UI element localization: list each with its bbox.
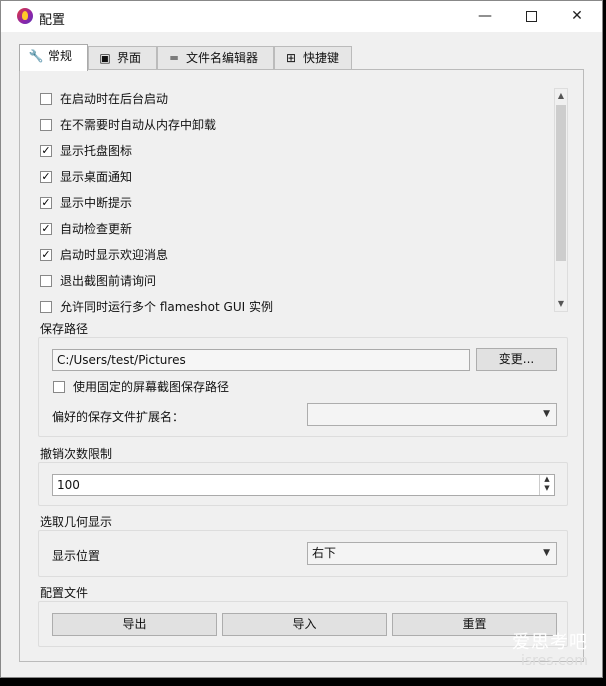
wrench-icon: 🔧 [28,49,44,63]
tab-label: 快捷键 [303,51,340,65]
undo-limit-spinbox[interactable]: 100 ▲ ▼ [52,474,555,496]
undo-limit-group: 100 ▲ ▼ [38,462,568,506]
checkbox-checked[interactable]: ✓ [40,197,52,209]
save-path-group: C:/Users/test/Pictures 变更... 使用固定的屏幕截图保存… [38,337,568,437]
scrollbar-thumb[interactable] [556,105,566,261]
general-options-list: 在启动时在后台启动 在不需要时自动从内存中卸载 ✓ 显示托盘图标 ✓ 显示桌面通… [40,92,273,313]
chevron-down-icon: ▼ [543,409,550,419]
checkbox-unchecked[interactable] [40,275,52,287]
checkbox-checked[interactable]: ✓ [40,223,52,235]
close-icon: ✕ [571,8,583,24]
checkbox-unchecked[interactable] [40,93,52,105]
scroll-down-icon[interactable]: ▼ [555,297,567,311]
watermark-text: 爱思考吧 [512,632,588,653]
extension-select[interactable]: ▼ [307,403,557,426]
extension-label: 偏好的保存文件扩展名： [52,410,185,424]
checkbox-unchecked[interactable] [40,119,52,131]
export-button[interactable]: 导出 [52,613,217,636]
config-file-group: 导出 导入 重置 [38,601,568,647]
tab-filename-editor[interactable]: ═ 文件名编辑器 [157,46,274,70]
maximize-icon [525,10,537,22]
tab-interface[interactable]: ▣ 界面 [88,46,157,70]
selection-geometry-section-label: 选取几何显示 [40,515,113,529]
watermark-url: isres.com [521,653,588,669]
selection-geometry-group: 显示位置 右下 ▼ [38,530,568,577]
minimize-icon: — [478,8,492,24]
tab-label: 界面 [117,51,142,65]
layout-icon: ▣ [99,51,111,65]
tab-label: 文件名编辑器 [186,51,259,65]
flameshot-app-icon [17,8,33,24]
checkbox-unchecked[interactable] [53,381,65,393]
undo-limit-value: 100 [57,478,80,492]
save-path-field[interactable]: C:/Users/test/Pictures [52,349,470,371]
display-position-value: 右下 [312,546,337,560]
display-position-label: 显示位置 [52,549,101,563]
maximize-button[interactable] [508,1,554,32]
tab-general[interactable]: 🔧 常规 [19,44,88,71]
checkbox-checked[interactable]: ✓ [40,145,52,157]
minimize-button[interactable]: — [462,1,508,32]
checkbox-checked[interactable]: ✓ [40,249,52,261]
config-file-section-label: 配置文件 [40,586,89,600]
save-path-section-label: 保存路径 [40,322,89,336]
tab-label: 常规 [48,49,73,63]
settings-window: 配置 — ✕ 🔧 常规 ▣ 界面 ═ 文件名编辑器 ⊞ 快捷键 在启动时在后台启动 在不… [0,0,603,678]
undo-limit-section-label: 撤销次数限制 [40,447,113,461]
window-title: 配置 [39,13,66,28]
change-path-button[interactable]: 变更... [476,348,557,371]
close-button[interactable]: ✕ [554,1,600,32]
checkbox-unchecked[interactable] [40,301,52,313]
tab-shortcuts[interactable]: ⊞ 快捷键 [274,46,352,70]
options-scrollbar[interactable]: ▲ ▼ [554,88,568,312]
display-position-select[interactable]: 右下 ▼ [307,542,557,565]
import-button[interactable]: 导入 [222,613,387,636]
scroll-up-icon[interactable]: ▲ [555,89,567,103]
text-lines-icon: ═ [170,51,178,65]
checkbox-checked[interactable]: ✓ [40,171,52,183]
title-bar: 配置 — ✕ [1,1,602,32]
chevron-down-icon: ▼ [543,548,550,558]
spinbox-arrows-icon[interactable]: ▲ ▼ [539,475,554,495]
grid-icon: ⊞ [285,51,297,65]
